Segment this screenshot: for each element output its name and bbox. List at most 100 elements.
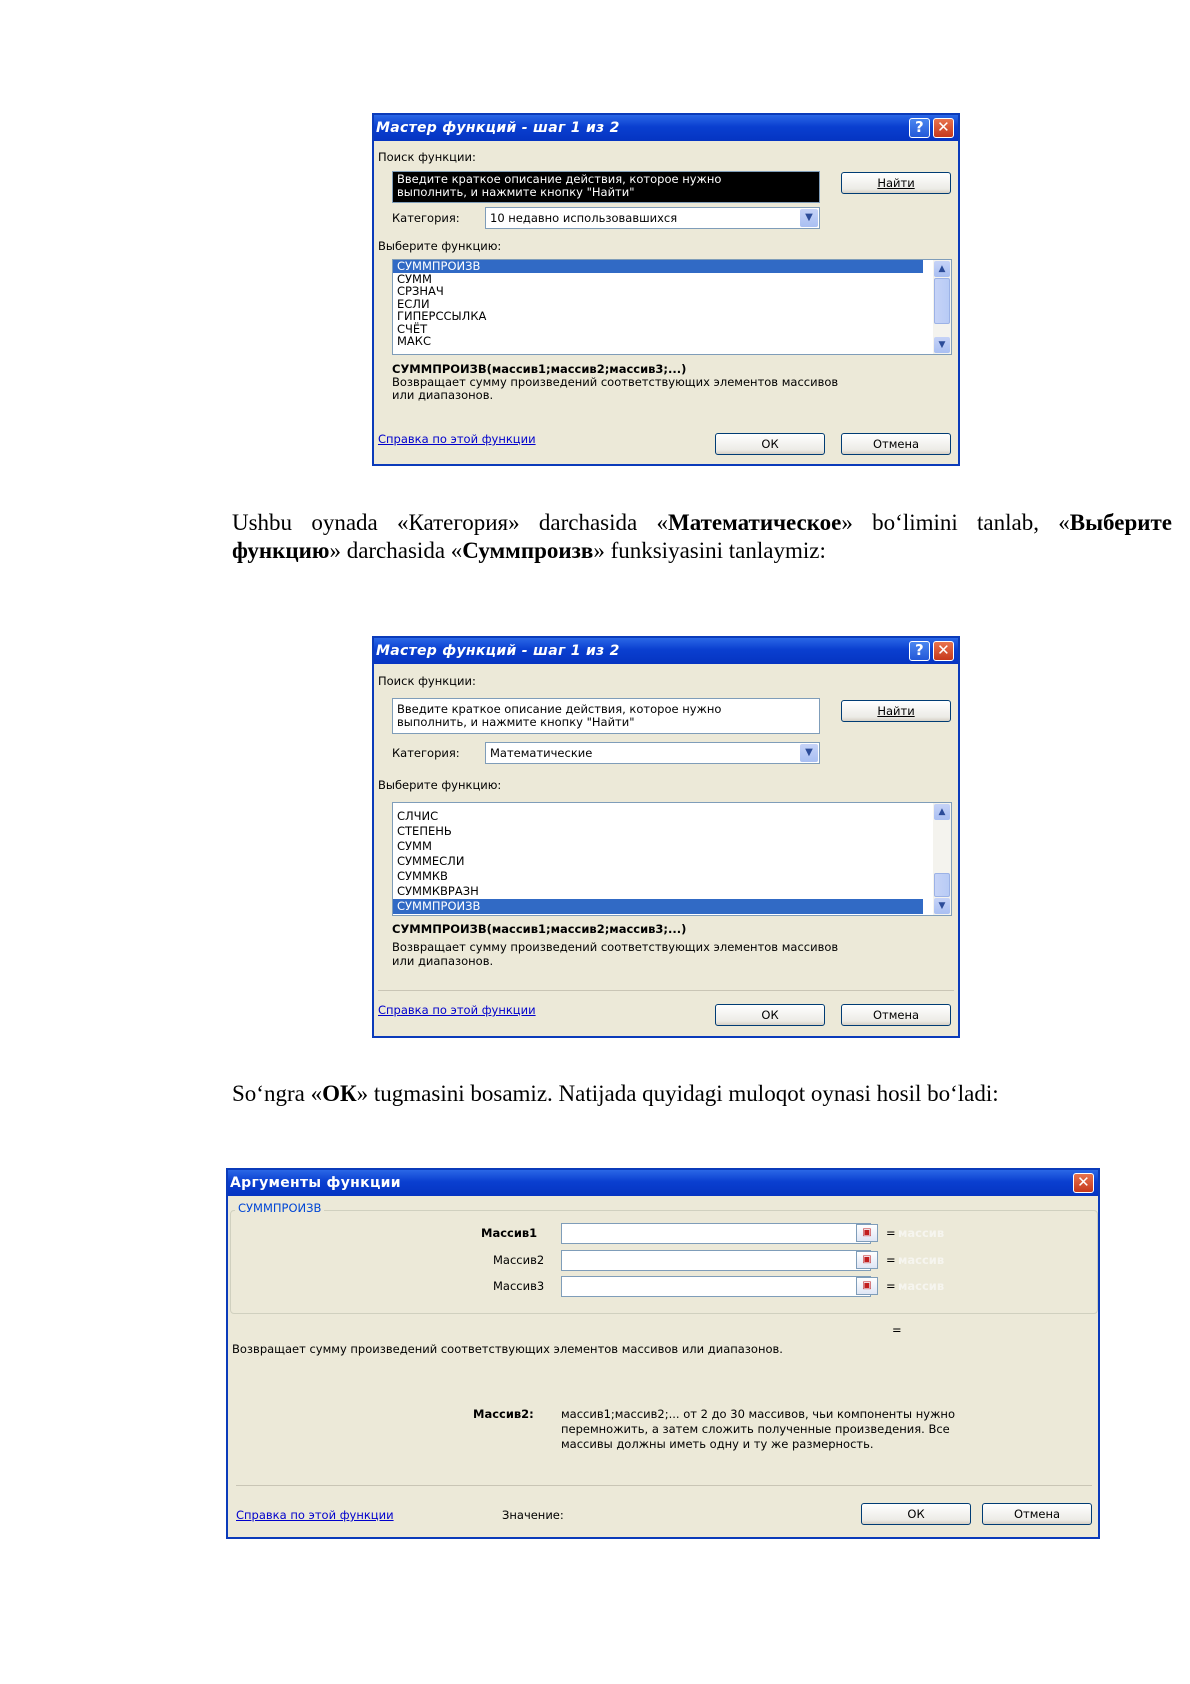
help-link[interactable]: Справка по этой функции	[378, 1003, 536, 1017]
list-item[interactable]: СУММ	[393, 272, 951, 286]
function-arguments-dialog: Аргументы функции ✕ СУММПРОИЗВ Массив1 ▣…	[226, 1168, 1100, 1539]
separator	[378, 990, 954, 991]
value-label: Значение:	[502, 1508, 564, 1522]
list-item[interactable]: СУММКВ	[393, 869, 951, 884]
category-select[interactable]: Математические ▼	[485, 742, 820, 764]
dialog-title: Мастер функций - шаг 1 из 2	[376, 120, 620, 136]
close-icon[interactable]: ✕	[1073, 1173, 1094, 1193]
ok-button[interactable]: ОК	[715, 1004, 825, 1026]
arg-equals-2: =	[886, 1253, 896, 1267]
function-description: Возвращает сумму произведений соответств…	[232, 1342, 783, 1356]
function-signature: СУММПРОИЗВ(массив1;массив2;массив3;...)	[392, 362, 687, 376]
list-item[interactable]: СУММКВРАЗН	[393, 884, 951, 899]
scroll-thumb[interactable]	[934, 278, 950, 324]
list-item[interactable]: СРЗНАЧ	[393, 285, 951, 298]
close-icon[interactable]: ✕	[933, 118, 954, 138]
arg-input-1[interactable]	[561, 1223, 871, 1244]
scroll-thumb[interactable]	[934, 873, 950, 897]
text: Ushbu oynada «Категория» darchasida «	[232, 510, 668, 535]
select-function-label: Выберите функцию:	[378, 778, 502, 792]
find-button-label: Найти	[877, 176, 915, 190]
category-value: Математические	[490, 746, 593, 760]
text: » bo‘limini tanlab, «	[841, 510, 1070, 535]
close-icon[interactable]: ✕	[933, 641, 954, 661]
chevron-down-icon[interactable]: ▼	[800, 209, 818, 227]
search-input[interactable]: Введите краткое описание действия, котор…	[392, 698, 820, 734]
bold-text: ОК	[322, 1081, 357, 1106]
search-label: Поиск функции:	[378, 674, 476, 688]
arg-input-2[interactable]	[561, 1250, 871, 1271]
scroll-up-icon[interactable]: ▲	[934, 261, 950, 277]
scroll-down-icon[interactable]: ▼	[934, 337, 950, 353]
ok-button[interactable]: ОК	[715, 433, 825, 455]
list-item[interactable]: ГИПЕРССЫЛКА	[393, 310, 951, 323]
separator	[236, 1485, 1092, 1486]
paragraph-1: Ushbu oynada «Категория» darchasida «Мат…	[172, 509, 1172, 565]
title-bar: Мастер функций - шаг 1 из 2 ? ✕	[374, 638, 958, 664]
text: » funksiyasini tanlaymiz:	[593, 538, 826, 563]
category-label: Категория:	[392, 211, 460, 225]
list-item[interactable]: СУММЕСЛИ	[393, 854, 951, 869]
arg-hint-3: массив	[898, 1279, 945, 1293]
result-equals: =	[892, 1323, 902, 1337]
arg-help-name: Массив2:	[473, 1407, 534, 1421]
list-scrollbar[interactable]: ▲ ▼	[933, 803, 951, 915]
arg-help-text: массив1;массив2;... от 2 до 30 массивов,…	[561, 1407, 955, 1451]
scroll-down-icon[interactable]: ▼	[934, 898, 950, 914]
list-scrollbar[interactable]: ▲ ▼	[933, 260, 951, 354]
cancel-button[interactable]: Отмена	[841, 1004, 951, 1026]
text: So‘ngra «	[232, 1081, 323, 1106]
function-wizard-dialog-1: Мастер функций - шаг 1 из 2 ? ✕ Поиск фу…	[372, 113, 960, 466]
arg-hint-1: массив	[898, 1226, 945, 1240]
collapse-dialog-icon[interactable]: ▣	[856, 1251, 878, 1269]
help-link[interactable]: Справка по этой функции	[236, 1508, 394, 1522]
list-item[interactable]: СТЕПЕНЬ	[393, 824, 951, 839]
collapse-dialog-icon[interactable]: ▣	[856, 1224, 878, 1242]
function-list[interactable]: СЛЧИС СТЕПЕНЬ СУММ СУММЕСЛИ СУММКВ СУММК…	[392, 802, 952, 916]
text: » tugmasini bosamiz. Natijada quyidagi m…	[356, 1081, 999, 1106]
find-button-label: Найти	[877, 704, 915, 718]
category-value: 10 недавно использовавшихся	[490, 211, 678, 225]
chevron-down-icon[interactable]: ▼	[800, 744, 818, 762]
dialog-title: Мастер функций - шаг 1 из 2	[376, 643, 620, 659]
list-item[interactable]: СУММПРОИЗВ	[393, 260, 923, 273]
ok-button[interactable]: ОК	[861, 1503, 971, 1525]
function-description: Возвращает сумму произведений соответств…	[392, 940, 839, 968]
title-bar: Аргументы функции ✕	[228, 1170, 1098, 1196]
list-item[interactable]: СЧЁТ	[393, 322, 951, 336]
list-item[interactable]: СУММ	[393, 839, 951, 854]
bold-text: Суммпроизв	[462, 538, 594, 563]
text: » darchasida «	[329, 538, 463, 563]
help-icon[interactable]: ?	[909, 641, 930, 661]
help-icon[interactable]: ?	[909, 118, 930, 138]
list-item[interactable]: СУММПРОИЗВ	[393, 899, 923, 914]
cancel-button[interactable]: Отмена	[841, 433, 951, 455]
collapse-dialog-icon[interactable]: ▣	[856, 1277, 878, 1295]
function-description: Возвращает сумму произведений соответств…	[392, 375, 839, 402]
function-signature: СУММПРОИЗВ(массив1;массив2;массив3;...)	[392, 922, 687, 936]
search-label: Поиск функции:	[378, 150, 476, 164]
find-button[interactable]: Найти	[841, 700, 951, 722]
arg-label-1: Массив1	[481, 1226, 538, 1240]
category-label: Категория:	[392, 746, 460, 760]
help-link[interactable]: Справка по этой функции	[378, 432, 536, 446]
list-item[interactable]: МАКС	[393, 335, 951, 348]
arg-input-3[interactable]	[561, 1276, 871, 1297]
arg-hint-2: массив	[898, 1253, 945, 1267]
function-wizard-dialog-2: Мастер функций - шаг 1 из 2 ? ✕ Поиск фу…	[372, 636, 960, 1038]
category-select[interactable]: 10 недавно использовавшихся ▼	[485, 207, 820, 229]
arg-label-2: Массив2	[493, 1253, 545, 1267]
paragraph-2: So‘ngra «ОК» tugmasini bosamiz. Natijada…	[172, 1080, 1172, 1108]
arg-equals-3: =	[886, 1279, 896, 1293]
find-button[interactable]: Найти	[841, 172, 951, 194]
select-function-label: Выберите функцию:	[378, 239, 502, 253]
arg-equals-1: =	[886, 1226, 896, 1240]
function-list[interactable]: СУММПРОИЗВ СУММ СРЗНАЧ ЕСЛИ ГИПЕРССЫЛКА …	[392, 259, 952, 355]
title-bar: Мастер функций - шаг 1 из 2 ? ✕	[374, 115, 958, 141]
cancel-button[interactable]: Отмена	[982, 1503, 1092, 1525]
dialog-title: Аргументы функции	[230, 1175, 401, 1191]
search-input[interactable]: Введите краткое описание действия, котор…	[392, 171, 820, 203]
scroll-up-icon[interactable]: ▲	[934, 804, 950, 820]
bold-text: Математическое	[667, 510, 842, 535]
list-item[interactable]: СЛЧИС	[393, 809, 951, 824]
